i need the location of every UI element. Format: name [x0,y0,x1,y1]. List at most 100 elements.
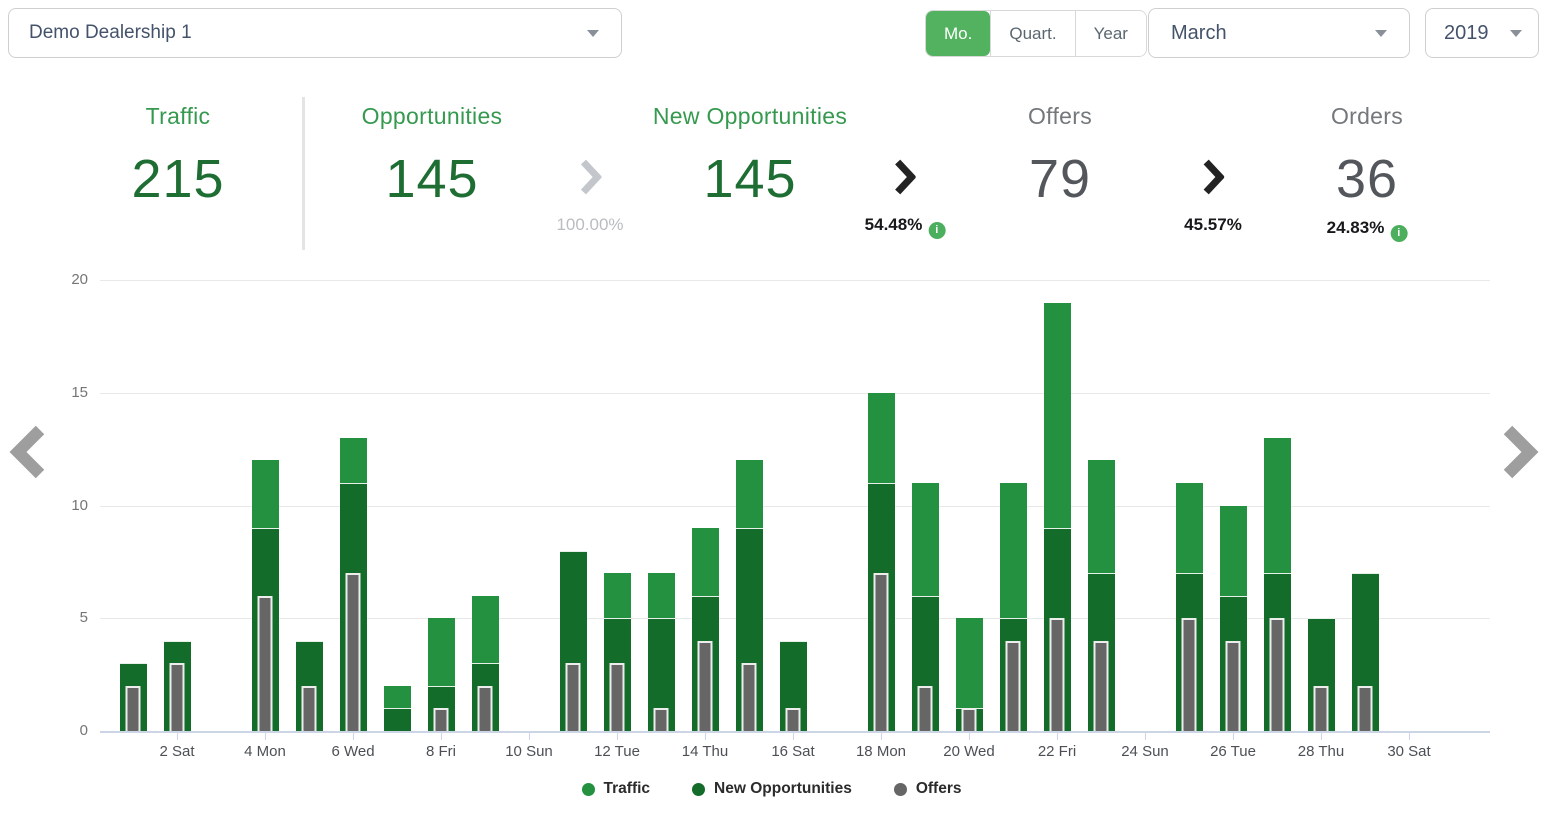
chevron-right-icon [1202,158,1224,196]
bar-day-25[interactable] [1176,483,1203,731]
legend-dot-traffic [582,783,595,796]
bar-day-29[interactable] [1352,573,1379,731]
chevron-right-icon [579,158,601,196]
bar-day-5[interactable] [296,641,323,731]
bar-segment-offers [1226,641,1241,731]
x-axis-tick-label: 26 Tue [1189,743,1277,760]
y-axis-tick-label: 10 [48,497,88,514]
legend-dot-offers [894,783,907,796]
info-icon[interactable]: i [928,222,945,239]
bar-segment-offers [1270,618,1285,731]
bar-day-4[interactable] [252,460,279,731]
bar-day-16[interactable] [780,641,807,731]
bar-day-1[interactable] [120,663,147,731]
dealership-dropdown-value: Demo Dealership 1 [29,22,192,44]
x-axis-tick-label: 14 Thu [661,743,749,760]
bar-day-23[interactable] [1088,460,1115,731]
bar-day-18[interactable] [868,393,895,731]
x-axis-tick-label: 10 Sun [485,743,573,760]
kpi-opportunities-value: 145 [362,148,503,210]
conversion-orders: 45.57% [1184,158,1242,235]
year-dropdown[interactable]: 2019 [1425,8,1539,58]
x-axis-tick-label: 24 Sun [1101,743,1189,760]
kpi-traffic-label: Traffic [131,103,224,130]
previous-period-arrow[interactable] [6,424,46,480]
x-axis-tick-label: 28 Thu [1277,743,1365,760]
info-icon[interactable]: i [1390,225,1407,242]
x-axis-tick [529,733,530,740]
next-period-arrow[interactable] [1502,424,1542,480]
bar-segment-offers [1182,618,1197,731]
bar-segment-offers [346,573,361,731]
chevron-left-icon [6,424,46,480]
bar-segment-offers [654,708,669,731]
bar-day-22[interactable] [1044,303,1071,731]
period-toggle: Mo. Quart. Year [925,10,1147,57]
bar-day-8[interactable] [428,618,455,731]
bar-day-15[interactable] [736,460,763,731]
bar-segment-offers [1050,618,1065,731]
bar-segment-offers [478,686,493,731]
period-toggle-month[interactable]: Mo. [926,11,990,56]
bar-segment-offers [962,708,977,731]
x-axis-tick [353,733,354,740]
bar-day-20[interactable] [956,618,983,731]
x-axis-tick [881,733,882,740]
bar-day-9[interactable] [472,596,499,731]
bar-segment-offers [742,663,757,731]
legend-item-traffic[interactable]: Traffic [582,780,651,798]
bar-day-26[interactable] [1220,506,1247,732]
dealership-dropdown[interactable]: Demo Dealership 1 [8,8,622,58]
x-axis-tick-label: 8 Fri [397,743,485,760]
kpi-orders-value: 36 [1327,148,1408,210]
bar-day-12[interactable] [604,573,631,731]
x-axis-line [100,731,1490,733]
bar-segment-offers [918,686,933,731]
x-axis-tick [265,733,266,740]
bar-day-14[interactable] [692,528,719,731]
x-axis-tick [617,733,618,740]
x-axis-tick [1409,733,1410,740]
year-dropdown-value: 2019 [1444,22,1489,45]
chevron-right-icon [1502,424,1542,480]
period-toggle-quarter[interactable]: Quart. [990,11,1074,56]
period-toggle-year[interactable]: Year [1075,11,1146,56]
conversion-opportunities: 100.00% [556,158,623,235]
kpi-orders: Orders 36 24.83%i [1327,103,1408,242]
x-axis-tick-label: 22 Fri [1013,743,1101,760]
bar-day-2[interactable] [164,641,191,731]
bar-day-7[interactable] [384,686,411,731]
bar-day-21[interactable] [1000,483,1027,731]
x-axis-tick-label: 4 Mon [221,743,309,760]
bar-day-19[interactable] [912,483,939,731]
bar-day-27[interactable] [1264,438,1291,731]
bar-day-13[interactable] [648,573,675,731]
legend-dot-new-opportunities [692,783,705,796]
chevron-down-icon [587,30,599,37]
bar-segment-offers [566,663,581,731]
bar-segment-offers [434,708,449,731]
bar-segment-offers [1314,686,1329,731]
x-axis-tick-label: 12 Tue [573,743,661,760]
chevron-down-icon [1510,30,1522,37]
chevron-down-icon [1375,30,1387,37]
conversion-percent: 54.48%i [865,215,946,239]
bar-segment-offers [698,641,713,731]
bar-day-28[interactable] [1308,618,1335,731]
legend-item-offers[interactable]: Offers [894,780,962,798]
bar-day-11[interactable] [560,551,587,731]
kpi-new-opportunities: New Opportunities 145 [653,103,847,210]
legend-item-new-opportunities[interactable]: New Opportunities [692,780,852,798]
bar-segment-offers [1094,641,1109,731]
x-axis-tick-label: 6 Wed [309,743,397,760]
kpi-orders-label: Orders [1327,103,1408,130]
bar-segment-offers [1006,641,1021,731]
x-axis-tick [1057,733,1058,740]
x-axis-tick [705,733,706,740]
kpi-offers-label: Offers [1028,103,1092,130]
bar-segment-offers [874,573,889,731]
month-dropdown[interactable]: March [1148,8,1410,58]
x-axis-tick-label: 20 Wed [925,743,1013,760]
y-axis-tick-label: 0 [48,722,88,739]
bar-day-6[interactable] [340,438,367,731]
